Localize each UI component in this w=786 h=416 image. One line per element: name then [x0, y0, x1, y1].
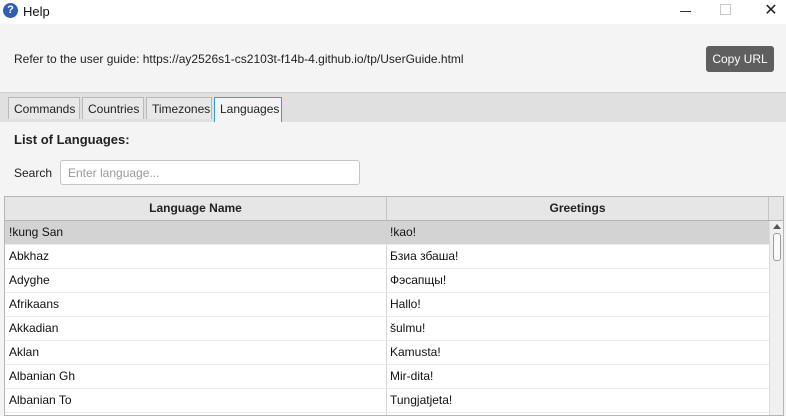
- language-name-cell: !kung San: [9, 225, 64, 239]
- language-name-cell: Aklan: [9, 345, 40, 359]
- window-title: Help: [23, 4, 50, 19]
- table-row[interactable]: !kung San !kao!: [5, 221, 769, 245]
- scroll-thumb[interactable]: [773, 233, 781, 261]
- tab-commands[interactable]: Commands: [8, 97, 80, 119]
- close-icon[interactable]: ✕: [762, 1, 780, 21]
- vertical-scrollbar[interactable]: [769, 221, 783, 415]
- language-name-cell: Albanian To: [9, 393, 72, 407]
- table-row[interactable]: Albanian To Tungjatjeta!: [5, 389, 769, 413]
- table-row[interactable]: Albanian Gh Mir-dita!: [5, 365, 769, 389]
- tab-languages[interactable]: Languages: [214, 97, 282, 122]
- greeting-cell: šulmu!: [390, 321, 426, 335]
- tab-timezones[interactable]: Timezones: [146, 97, 212, 119]
- languages-table: Language Name Greetings !kung San !kao! …: [4, 196, 784, 416]
- tab-bar: Commands Countries Timezones Languages: [0, 92, 786, 122]
- table-header: Language Name Greetings: [5, 197, 783, 221]
- greeting-cell: Hallo!: [390, 297, 421, 311]
- title-bar: ? Help ✕: [0, 0, 786, 24]
- page-title: List of Languages:: [14, 132, 130, 147]
- column-menu-corner: [769, 197, 783, 220]
- greeting-cell: Mir-dita!: [390, 369, 434, 383]
- greeting-cell: Kamusta!: [390, 345, 441, 359]
- table-row[interactable]: Afrikaans Hallo!: [5, 293, 769, 317]
- table-row[interactable]: Abkhaz Бзиа збаша!: [5, 245, 769, 269]
- search-input[interactable]: [60, 160, 360, 185]
- minimize-icon[interactable]: [676, 0, 696, 22]
- language-name-cell: Akkadian: [9, 321, 59, 335]
- language-name-cell: Abkhaz: [9, 249, 50, 263]
- greeting-cell: Фэсапщы!: [390, 273, 447, 287]
- tab-countries[interactable]: Countries: [82, 97, 144, 119]
- greeting-cell: Tungjatjeta!: [390, 393, 453, 407]
- language-name-cell: Albanian Gh: [9, 369, 76, 383]
- language-name-cell: Afrikaans: [9, 297, 60, 311]
- search-label: Search: [14, 166, 53, 180]
- url-panel: Refer to the user guide: https://ay2526s…: [0, 24, 786, 92]
- scroll-up-arrow-icon[interactable]: [773, 224, 781, 229]
- column-header-greetings[interactable]: Greetings: [387, 197, 769, 220]
- table-row[interactable]: Aklan Kamusta!: [5, 341, 769, 365]
- greeting-cell: Бзиа збаша!: [390, 249, 459, 263]
- help-icon: ?: [3, 3, 18, 18]
- table-row[interactable]: Akkadian šulmu!: [5, 317, 769, 341]
- column-header-language-name[interactable]: Language Name: [5, 197, 387, 220]
- table-row[interactable]: Adyghe Фэсапщы!: [5, 269, 769, 293]
- copy-url-button[interactable]: Copy URL: [706, 46, 774, 72]
- table-body: !kung San !kao! Abkhaz Бзиа збаша! Adygh…: [5, 221, 769, 413]
- user-guide-url-text: Refer to the user guide: https://ay2526s…: [14, 52, 464, 66]
- greeting-cell: !kao!: [390, 225, 417, 239]
- maximize-icon[interactable]: [720, 4, 731, 15]
- language-name-cell: Adyghe: [9, 273, 50, 287]
